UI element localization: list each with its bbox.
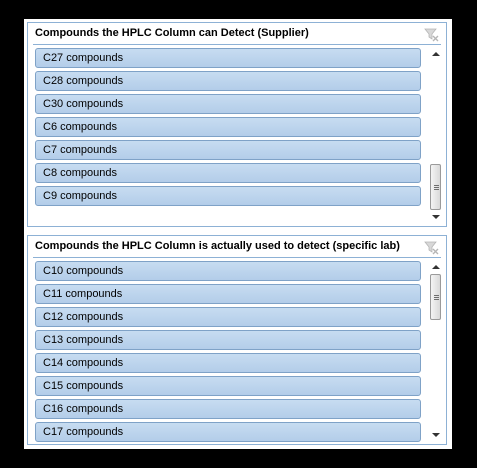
scrollbar-grip-line xyxy=(434,299,439,300)
slicer-item[interactable]: C14 compounds xyxy=(35,353,421,373)
slicer-panel-container: Compounds the HPLC Column can Detect (Su… xyxy=(24,19,452,449)
scroll-down-arrow-icon[interactable] xyxy=(429,211,443,223)
clear-filter-icon[interactable] xyxy=(423,26,439,42)
scrollbar-grip-line xyxy=(434,187,439,188)
scrollbar-thumb[interactable] xyxy=(430,274,441,320)
slicer-item[interactable]: C30 compounds xyxy=(35,94,421,114)
slicer-header: Compounds the HPLC Column is actually us… xyxy=(28,236,446,258)
slicer-item[interactable]: C17 compounds xyxy=(35,422,421,442)
slicer-item[interactable]: C10 compounds xyxy=(35,261,421,281)
scroll-up-arrow-icon[interactable] xyxy=(429,261,443,273)
header-divider xyxy=(33,44,441,45)
header-divider xyxy=(33,257,441,258)
scrollbar-grip-line xyxy=(434,185,439,186)
slicer-item[interactable]: C12 compounds xyxy=(35,307,421,327)
slicer-item[interactable]: C27 compounds xyxy=(35,48,421,68)
slicer-title: Compounds the HPLC Column can Detect (Su… xyxy=(35,27,309,39)
scrollbar-track[interactable] xyxy=(429,61,443,210)
scrollbar-thumb[interactable] xyxy=(430,164,441,210)
slicer-item[interactable]: C16 compounds xyxy=(35,399,421,419)
slicer-item[interactable]: C11 compounds xyxy=(35,284,421,304)
clear-filter-icon[interactable] xyxy=(423,239,439,255)
slicer-lab-compounds: Compounds the HPLC Column is actually us… xyxy=(27,235,447,445)
slicer-item[interactable]: C8 compounds xyxy=(35,163,421,183)
scrollbar-grip-line xyxy=(434,189,439,190)
scrollbar-grip-line xyxy=(434,297,439,298)
slicer-item[interactable]: C15 compounds xyxy=(35,376,421,396)
vertical-scrollbar[interactable] xyxy=(429,261,443,441)
scrollbar-track[interactable] xyxy=(429,274,443,428)
slicer-header: Compounds the HPLC Column can Detect (Su… xyxy=(28,23,446,45)
slicer-item[interactable]: C9 compounds xyxy=(35,186,421,206)
scroll-down-arrow-icon[interactable] xyxy=(429,429,443,441)
slicer-item[interactable]: C6 compounds xyxy=(35,117,421,137)
slicer-title: Compounds the HPLC Column is actually us… xyxy=(35,240,400,252)
slicer-item[interactable]: C28 compounds xyxy=(35,71,421,91)
scroll-up-arrow-icon[interactable] xyxy=(429,48,443,60)
scrollbar-grip-line xyxy=(434,295,439,296)
slicer-item[interactable]: C7 compounds xyxy=(35,140,421,160)
vertical-scrollbar[interactable] xyxy=(429,48,443,223)
slicer-item[interactable]: C13 compounds xyxy=(35,330,421,350)
slicer-supplier-compounds: Compounds the HPLC Column can Detect (Su… xyxy=(27,22,447,227)
